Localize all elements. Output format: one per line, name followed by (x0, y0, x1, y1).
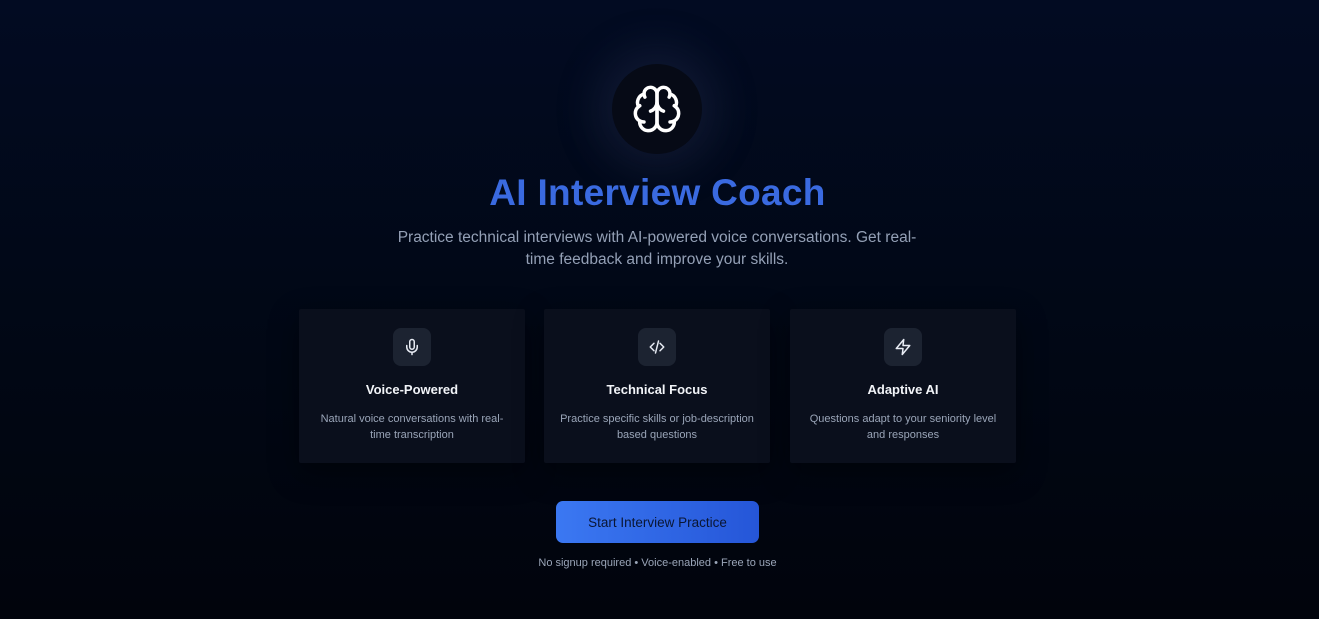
feature-card-technical: Technical Focus Practice specific skills… (544, 309, 770, 463)
feature-description: Practice specific skills or job-descript… (560, 413, 754, 441)
feature-icon-box (638, 328, 676, 366)
feature-title: Voice-Powered (365, 382, 459, 397)
feature-title: Adaptive AI (867, 382, 939, 397)
feature-card-voice: Voice-Powered Natural voice conversation… (299, 309, 525, 463)
microphone-icon (406, 338, 418, 356)
feature-card-adaptive: Adaptive AI Questions adapt to your seni… (790, 309, 1016, 463)
start-interview-button[interactable]: Start Interview Practice (556, 501, 759, 543)
code-icon (649, 340, 665, 354)
lightning-icon (895, 338, 911, 356)
page-subtitle: Practice technical interviews with AI-po… (397, 229, 917, 268)
feature-title: Technical Focus (606, 382, 708, 397)
brain-icon (633, 85, 681, 133)
brain-logo (612, 64, 702, 154)
feature-icon-box (884, 328, 922, 366)
feature-description: Natural voice conversations with real-ti… (320, 413, 504, 441)
footnote: No signup required • Voice-enabled • Fre… (538, 557, 777, 569)
feature-icon-box (393, 328, 431, 366)
feature-description: Questions adapt to your seniority level … (809, 413, 997, 441)
page-title: AI Interview Coach (489, 172, 826, 213)
